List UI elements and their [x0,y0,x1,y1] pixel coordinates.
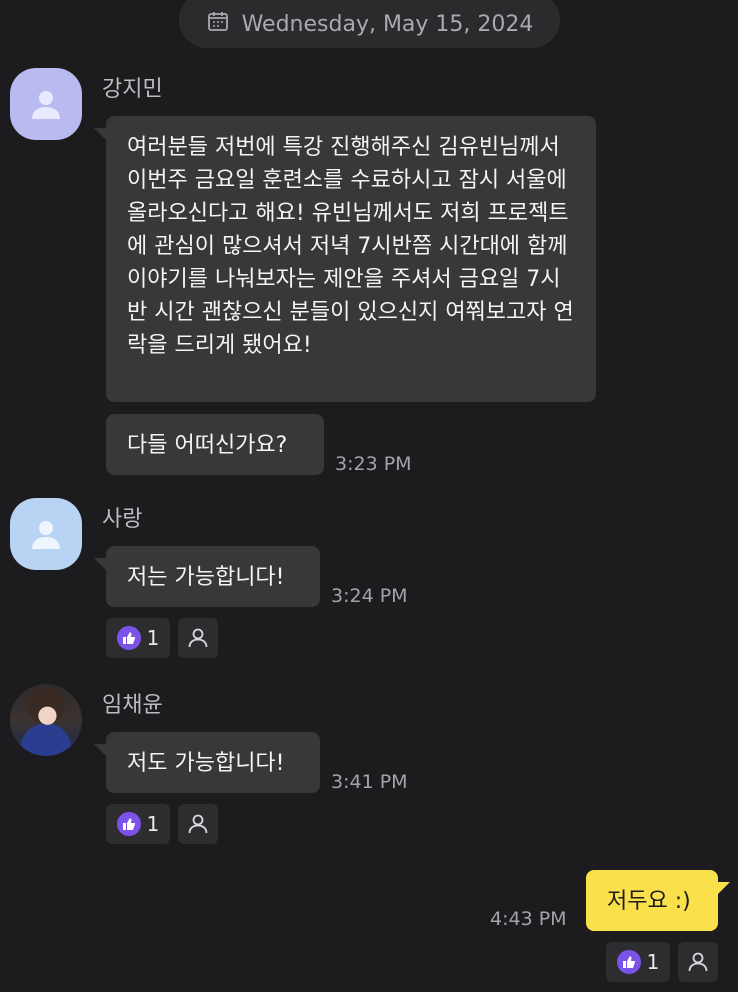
message-bubble[interactable]: 여러분들 저번에 특강 진행해주신 김유빈님께서 이번주 금요일 훈련소를 수료… [94,116,596,402]
date-label: Wednesday, May 15, 2024 [241,11,534,37]
message-time: 4:43 PM [490,908,567,930]
message-bubble[interactable]: 다들 어떠신가요? [106,414,324,475]
reaction-count: 1 [146,626,160,650]
message-time: 3:23 PM [335,453,412,475]
reaction-chip[interactable]: 1 [106,618,170,658]
thumbs-up-icon [116,812,141,836]
add-reaction-button[interactable] [178,804,218,844]
message-time: 3:41 PM [331,771,408,793]
sender-name[interactable]: 사랑 [102,501,142,533]
avatar[interactable] [10,68,82,140]
person-outline-icon [188,814,208,834]
avatar[interactable] [10,498,82,570]
my-message-bubble[interactable]: 저두요 :) [586,870,730,931]
thumbs-up-icon [116,626,141,650]
reaction-count: 1 [146,812,160,836]
add-reaction-button[interactable] [178,618,218,658]
add-reaction-button[interactable] [678,942,718,982]
reaction-chip[interactable]: 1 [606,942,670,982]
person-outline-icon [188,628,208,648]
sender-name[interactable]: 강지민 [102,71,163,103]
person-icon [32,521,60,549]
sender-name[interactable]: 임채윤 [102,687,163,719]
person-icon [32,91,60,119]
person-outline-icon [688,952,708,972]
message-bubble[interactable]: 저도 가능합니다! [94,732,320,793]
thumbs-up-icon [616,950,641,974]
reaction-chip[interactable]: 1 [106,804,170,844]
profile-photo[interactable] [10,684,82,756]
date-divider: Wednesday, May 15, 2024 [179,0,560,48]
message-bubble[interactable]: 저는 가능합니다! [94,546,320,607]
message-time: 3:24 PM [331,585,408,607]
calendar-icon [206,9,230,39]
reaction-count: 1 [646,950,660,974]
